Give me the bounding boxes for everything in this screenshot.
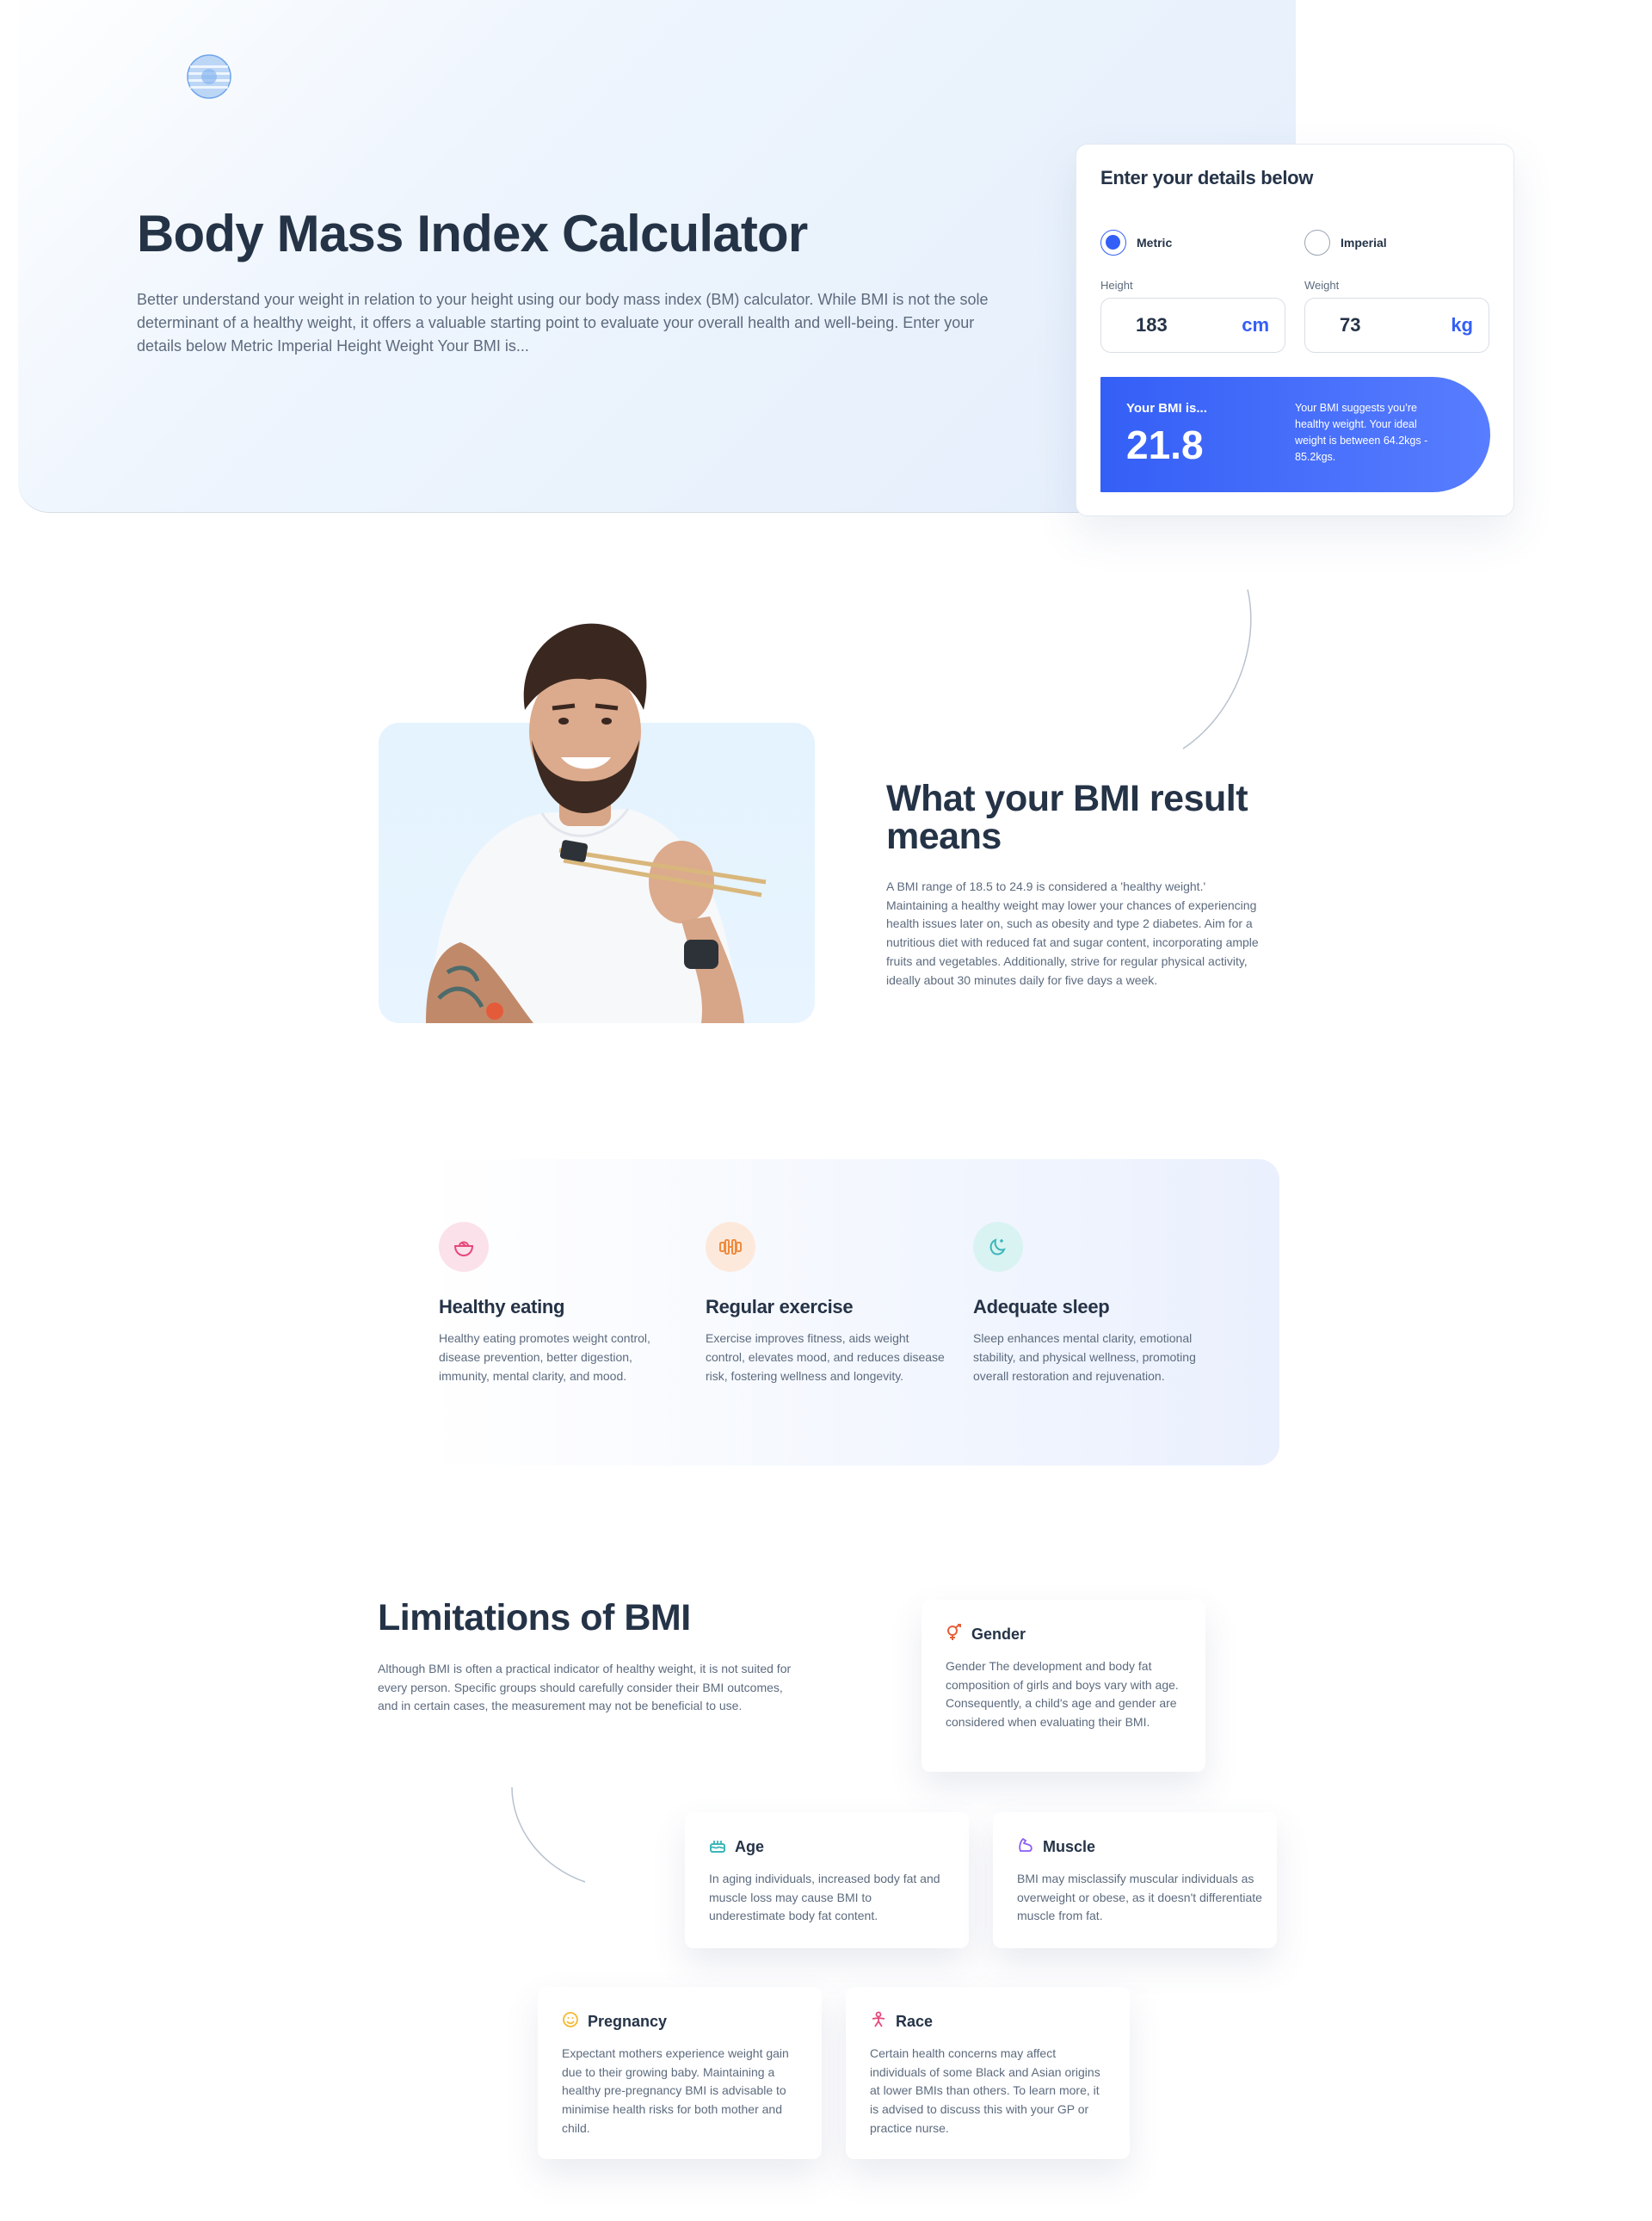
limitations-title: Limitations of BMI [378,1597,691,1638]
limitation-card-race: Race Certain health concerns may affect … [846,1987,1130,2159]
weight-unit: kg [1451,314,1473,336]
bmi-result-label: Your BMI is... [1126,401,1207,416]
limitation-card-pregnancy: Pregnancy Expectant mothers experience w… [538,1987,822,2159]
imperial-label: Imperial [1341,236,1387,250]
imperial-radio-option[interactable]: Imperial [1304,230,1387,256]
hero-description: Better understand your weight in relatio… [137,291,989,355]
tip-title: Healthy eating [439,1296,565,1317]
limitation-text: BMI may misclassify muscular individuals… [1017,1872,1262,1923]
tip-title: Adequate sleep [973,1296,1110,1317]
tip-text: Healthy eating promotes weight control, … [439,1331,650,1383]
limitation-text: In aging individuals, increased body fat… [709,1872,940,1923]
muscle-icon [1017,1836,1034,1858]
bmi-result-message: Your BMI suggests you’re healthy weight.… [1295,402,1428,463]
tip-text: Sleep enhances mental clarity, emotional… [973,1331,1196,1383]
tip-title: Regular exercise [706,1296,854,1317]
gender-icon [946,1624,963,1645]
metric-label: Metric [1137,236,1173,250]
dumbbell-icon [706,1222,755,1272]
logo-icon[interactable] [187,54,231,99]
weight-label: Weight [1304,279,1340,292]
limitation-title: Pregnancy [588,2013,668,2030]
smiley-icon [562,2011,579,2033]
limitation-card-gender: Gender Gender The development and body f… [922,1600,1205,1772]
limitation-text: Expectant mothers experience weight gain… [562,2046,789,2135]
decorative-curve [1182,589,1252,750]
height-input[interactable] [1136,314,1230,336]
limitation-card-age: Age In aging individuals, increased body… [685,1812,969,1948]
weight-input[interactable] [1340,314,1434,336]
meaning-title: What your BMI result means [886,778,1248,857]
limitation-card-muscle: Muscle BMI may misclassify muscular indi… [993,1812,1277,1948]
decorative-curve [511,1786,586,1883]
moon-icon [973,1222,1023,1272]
height-unit: cm [1242,314,1269,336]
limitation-text: Certain health concerns may affect indiv… [870,2046,1100,2135]
metric-radio-option[interactable]: Metric [1100,230,1172,256]
limitation-title: Age [735,1838,765,1855]
tip-healthy-eating: Healthy eating Healthy eating promotes w… [439,1222,680,1385]
height-field[interactable]: cm [1100,298,1285,353]
form-title: Enter your details below [1100,167,1314,188]
bmi-result-value: 21.8 [1126,423,1204,467]
limitation-title: Muscle [1043,1838,1096,1855]
tip-text: Exercise improves fitness, aids weight c… [706,1331,945,1383]
limitations-text: Although BMI is often a practical indica… [378,1662,792,1713]
limitation-text: Gender The development and body fat comp… [946,1659,1179,1730]
imperial-radio[interactable] [1304,230,1330,256]
weight-field[interactable]: kg [1304,298,1489,353]
page-title: Body Mass Index Calculator [137,205,808,262]
cake-icon [709,1836,726,1858]
metric-radio[interactable] [1100,230,1126,256]
food-bowl-icon [439,1222,489,1272]
person-icon [870,2011,887,2033]
limitation-title: Gender [971,1626,1026,1643]
height-label: Height [1100,279,1133,292]
bmi-form-card: Enter your details below Metric Imperial… [1076,144,1514,516]
bmi-result-panel: Your BMI is... 21.8 Your BMI suggests yo… [1100,377,1490,492]
limitation-title: Race [896,2013,934,2030]
meaning-text: A BMI range of 18.5 to 24.9 is considere… [886,879,1259,987]
man-eating-photo [379,620,815,1023]
tip-regular-exercise: Regular exercise Exercise improves fitne… [706,1222,946,1385]
tip-adequate-sleep: Adequate sleep Sleep enhances mental cla… [973,1222,1214,1385]
